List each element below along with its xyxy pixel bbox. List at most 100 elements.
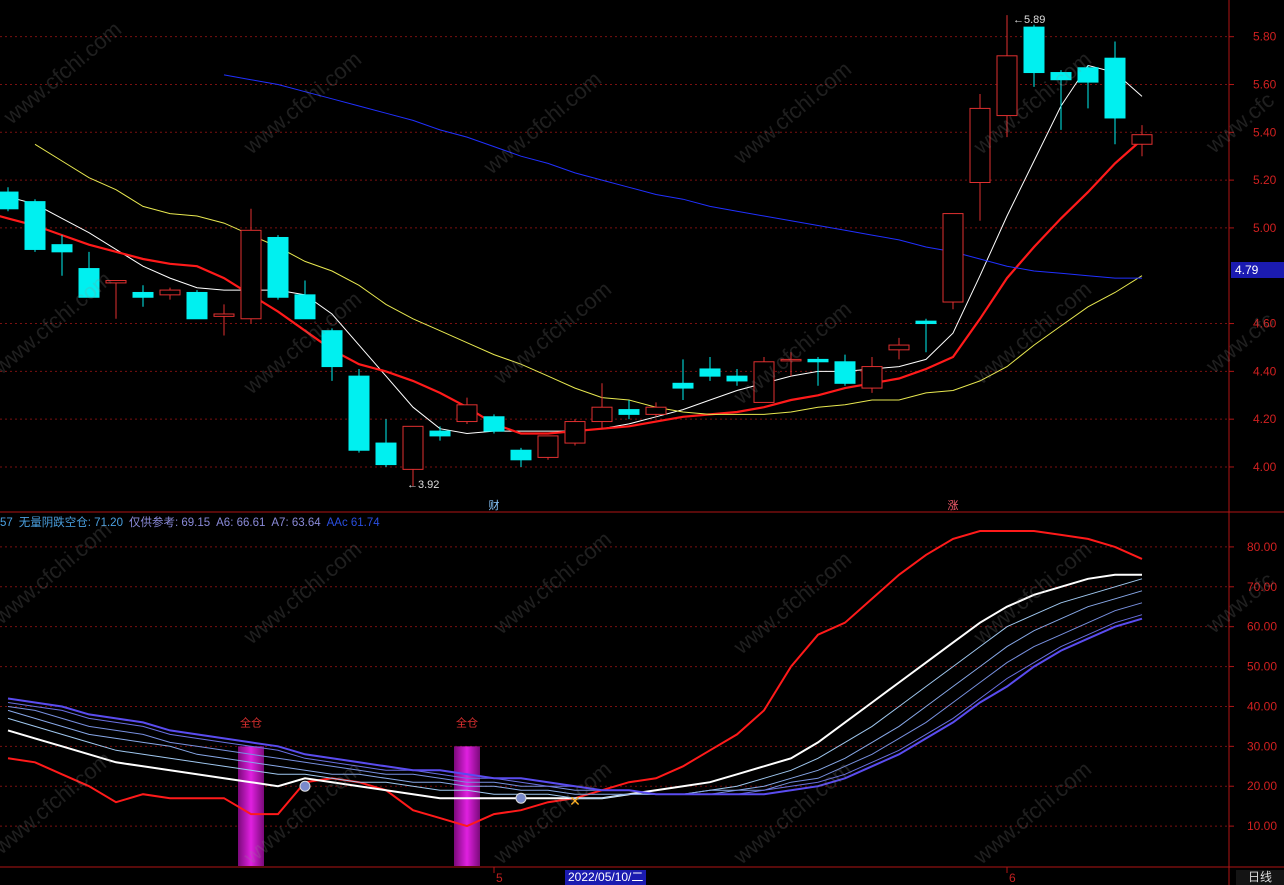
price-tick-label: 5.60 (1253, 77, 1277, 91)
candle (753, 357, 775, 403)
indicator-tick-label: 10.00 (1247, 819, 1277, 833)
ma-line-red (0, 138, 1143, 435)
candle (861, 357, 883, 393)
candle-body (1131, 134, 1153, 145)
candle (1104, 41, 1126, 145)
candle (294, 280, 316, 320)
candle (591, 383, 613, 429)
candle-body (915, 320, 937, 325)
high-annotation: ←5.89 (1013, 14, 1045, 26)
candle-body (429, 430, 451, 437)
candle (24, 199, 46, 252)
signal-bar (238, 746, 264, 866)
candle (213, 304, 235, 336)
candle-body (0, 191, 19, 210)
candle (0, 187, 19, 212)
indicator-line (7, 602, 1143, 795)
candle (672, 359, 694, 401)
price-tick-label: 4.40 (1253, 364, 1277, 378)
candle-body (402, 425, 424, 470)
candle-body (645, 406, 667, 415)
candle-body (807, 358, 829, 363)
indicator-legend: 57 无量阴跌空仓: 71.20 仅供参考: 69.15 A6: 66.61 A7: 6… (0, 514, 386, 530)
low-annotation: ←3.92 (407, 479, 439, 491)
candle (186, 290, 208, 320)
legend-item: 57 (0, 517, 13, 529)
candle (1131, 125, 1153, 157)
candle (915, 318, 937, 353)
indicator-line (7, 530, 1143, 828)
candle-body (105, 280, 127, 284)
x-tick-label: 5 (496, 871, 503, 885)
signal-bar (454, 746, 480, 866)
price-tick-label: 4.20 (1253, 412, 1277, 426)
candle (267, 235, 289, 300)
stock-chart[interactable]: ←5.89 ←3.92 财 涨 全仓 全仓 ✕ 5.80 5.60 5.40 5.20 5.00 4… (0, 0, 1284, 885)
candle-body (78, 268, 100, 298)
candle-body (591, 406, 613, 423)
legend-item: A6: 66.61 (216, 517, 266, 529)
candle (240, 208, 262, 324)
candle-body (51, 244, 73, 253)
candle-body (1023, 26, 1045, 74)
candle (1023, 24, 1045, 87)
candle (348, 368, 370, 453)
candle-body (456, 404, 478, 423)
candle (51, 235, 73, 276)
candle-body (834, 361, 856, 384)
candle (375, 419, 397, 467)
indicator-tick-label: 20.00 (1247, 779, 1277, 793)
price-panel: ←5.89 ←3.92 财 涨 (0, 14, 1153, 512)
candle (537, 435, 559, 460)
indicator-tick-label: 40.00 (1247, 699, 1277, 713)
candle-body (267, 236, 289, 298)
candle-body (699, 368, 721, 377)
candle-body (753, 361, 775, 403)
candle-body (672, 382, 694, 389)
candle-body (888, 344, 910, 351)
legend-item: 无量阴跌空仓: 71.20 (18, 517, 123, 529)
period-button[interactable]: 日线 (1236, 870, 1284, 885)
candle (1077, 65, 1099, 109)
candle (321, 328, 343, 381)
event-marker: 财 (489, 498, 500, 512)
candle (699, 357, 721, 381)
price-tick-label: 5.20 (1253, 173, 1277, 187)
candle (105, 280, 127, 319)
candle (645, 402, 667, 417)
candle-body (132, 291, 154, 298)
candle-body (483, 416, 505, 432)
candle (429, 426, 451, 441)
candle-body (726, 375, 748, 382)
candle (942, 213, 964, 310)
indicator-tick-label: 60.00 (1247, 620, 1277, 634)
candle (456, 397, 478, 424)
indicator-line (7, 614, 1143, 795)
candle-body (348, 375, 370, 451)
price-tick-label: 4.60 (1253, 317, 1277, 331)
price-tick-label: 5.00 (1253, 221, 1277, 235)
candle-body (942, 213, 964, 303)
indicator-tick-label: 50.00 (1247, 660, 1277, 674)
candle (78, 251, 100, 298)
indicator-line (7, 590, 1143, 795)
candle-body (240, 229, 262, 320)
legend-item: 仅供参考: 69.15 (128, 517, 211, 529)
candle (780, 352, 802, 377)
selected-date: 2022/05/10/二 (565, 870, 647, 885)
candle-body (564, 421, 586, 444)
legend-item: AAc 61.74 (326, 517, 380, 529)
candle-body (375, 442, 397, 466)
candle (888, 337, 910, 360)
candle-body (510, 449, 532, 461)
candle-body (996, 55, 1018, 117)
candle (483, 414, 505, 434)
candle-body (294, 294, 316, 320)
candle-body (159, 289, 181, 296)
x-tick-label: 6 (1009, 871, 1016, 885)
price-tick-label: 5.80 (1253, 30, 1277, 44)
candle (969, 94, 991, 221)
price-tick-label: 4.00 (1253, 460, 1277, 474)
indicator-tick-label: 70.00 (1247, 580, 1277, 594)
candle (996, 15, 1018, 138)
